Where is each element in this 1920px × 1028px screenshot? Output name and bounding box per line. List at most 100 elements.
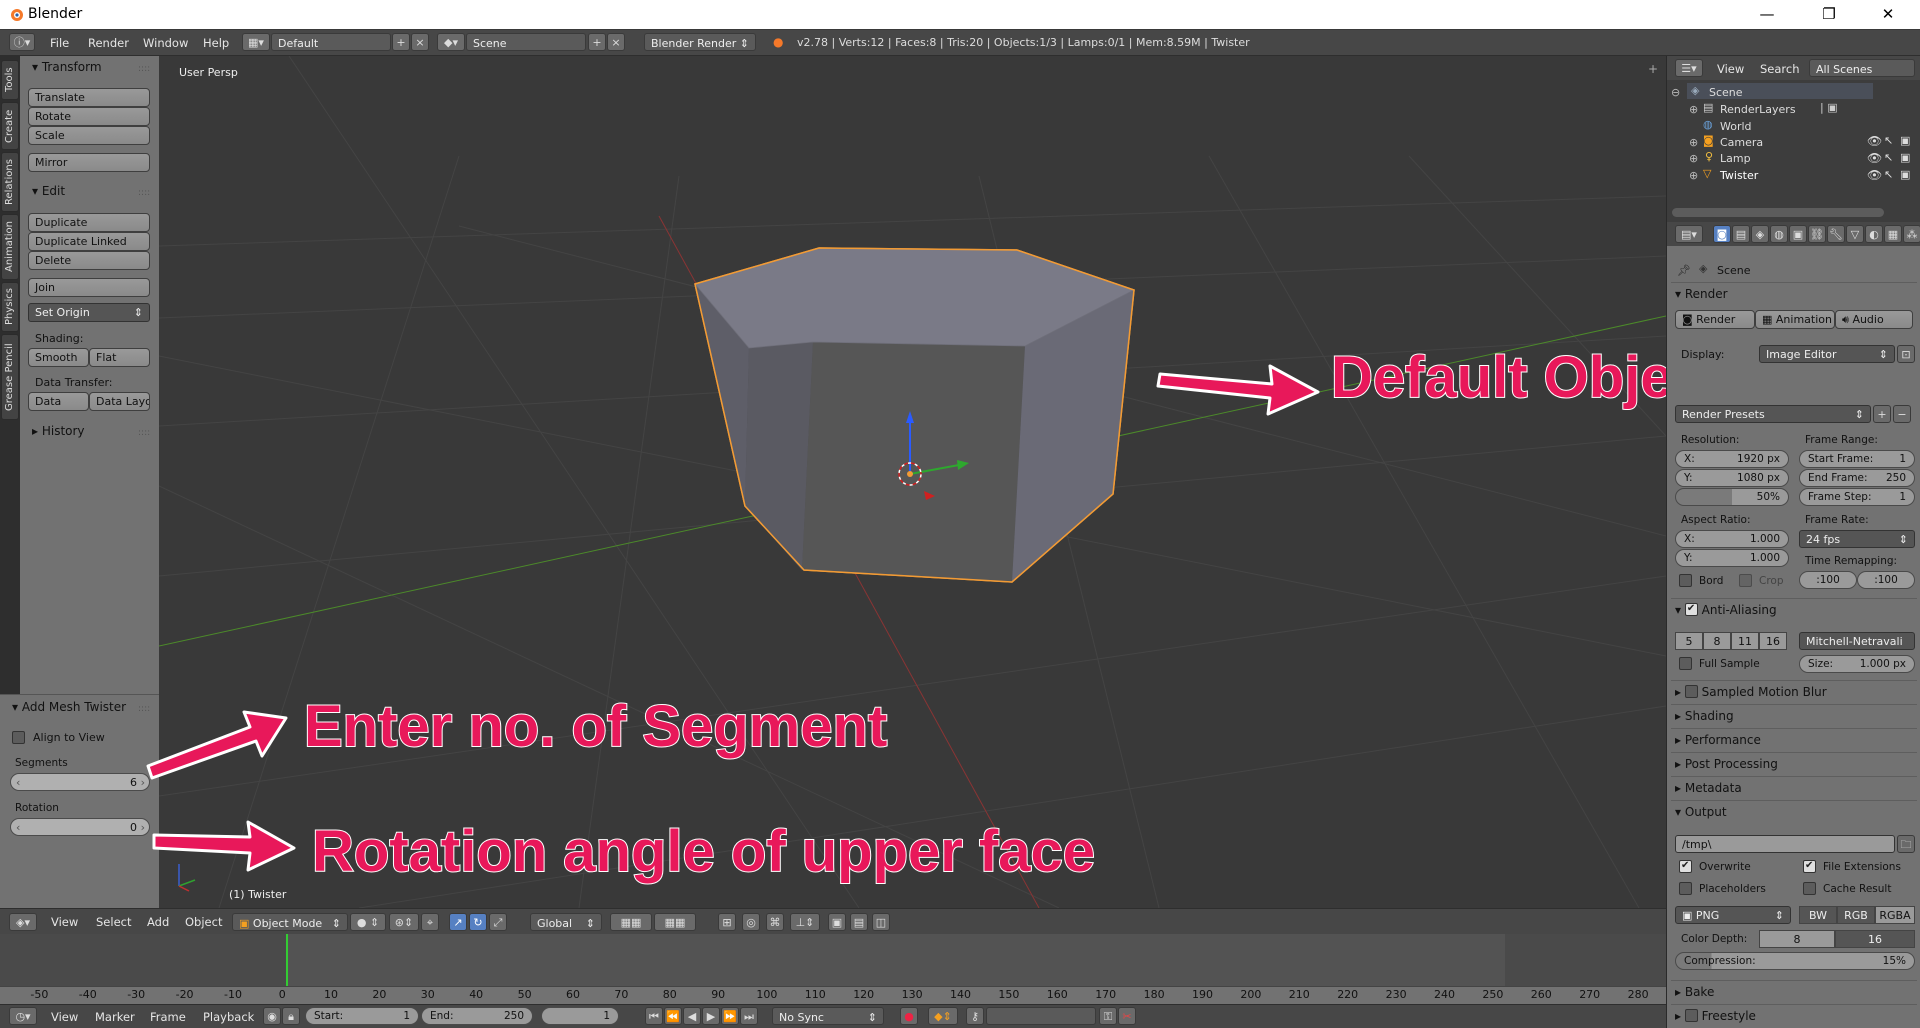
timeline-editor-icon[interactable]: ◷▾ bbox=[9, 1007, 37, 1025]
bake-panel-header[interactable]: ▸ Bake bbox=[1671, 980, 1917, 1002]
start-frame-field[interactable]: Start Frame: 1 bbox=[1799, 450, 1915, 468]
jump-keyframe-back-icon[interactable]: ⏪ bbox=[664, 1007, 682, 1025]
preview-range-icon[interactable]: ◉ bbox=[263, 1007, 281, 1025]
aspect-y-field[interactable]: Y: 1.000 bbox=[1675, 549, 1789, 567]
lock-layers-icon[interactable]: ⊞ bbox=[718, 913, 736, 931]
constraints-tab-icon[interactable]: ⛓ bbox=[1808, 225, 1826, 243]
particles-tab-icon[interactable]: ⁂ bbox=[1903, 225, 1920, 243]
overwrite-checkbox[interactable] bbox=[1679, 860, 1692, 873]
resolution-y-field[interactable]: Y: 1080 px bbox=[1675, 469, 1789, 487]
expand-icon[interactable]: ⊕ bbox=[1689, 152, 1698, 165]
freestyle-checkbox[interactable] bbox=[1684, 1009, 1698, 1022]
resolution-percentage-slider[interactable]: 50% bbox=[1675, 488, 1789, 506]
render-presets-dropdown[interactable]: Render Presets ⇕ bbox=[1675, 405, 1871, 423]
compression-slider[interactable]: Compression: 15% bbox=[1675, 952, 1915, 970]
insert-keyframe-icon[interactable]: ⚿ bbox=[1099, 1007, 1117, 1025]
metadata-panel-header[interactable]: ▸ Metadata bbox=[1671, 776, 1917, 798]
color-rgb-button[interactable]: RGB bbox=[1837, 906, 1875, 924]
placeholders-checkbox[interactable] bbox=[1679, 882, 1692, 895]
outliner-item-twister[interactable]: Twister bbox=[1720, 169, 1758, 182]
color-depth-8-button[interactable]: 8 bbox=[1759, 930, 1835, 948]
scale-manipulator-icon[interactable]: ⤢ bbox=[489, 913, 507, 931]
play-reverse-icon[interactable]: ◀ bbox=[683, 1007, 701, 1025]
lock-interface-icon[interactable]: ⊡ bbox=[1897, 345, 1915, 363]
visibility-eye-icon[interactable]: 👁︎ bbox=[1867, 168, 1882, 182]
record-icon[interactable]: ● bbox=[900, 1007, 918, 1025]
modifiers-tab-icon[interactable]: 🔧︎ bbox=[1827, 225, 1845, 243]
layers-grid-2-icon[interactable]: ▦▦ bbox=[654, 913, 696, 931]
start-frame-field[interactable]: Start: 1 bbox=[305, 1007, 419, 1025]
output-path-field[interactable]: /tmp\ bbox=[1675, 835, 1895, 853]
object-tab-icon[interactable]: ▣ bbox=[1789, 225, 1807, 243]
end-frame-field[interactable]: End Frame: 250 bbox=[1799, 469, 1915, 487]
select-cursor-icon[interactable]: ↖ bbox=[1884, 134, 1893, 147]
display-dropdown[interactable]: Image Editor ⇕ bbox=[1759, 345, 1895, 363]
border-checkbox[interactable] bbox=[1679, 574, 1692, 587]
aa-samples-11[interactable]: 11 bbox=[1731, 632, 1759, 650]
current-frame-marker[interactable] bbox=[286, 934, 288, 986]
outliner-editor-icon[interactable]: ☰▾ bbox=[1675, 59, 1703, 77]
file-format-dropdown[interactable]: ▣ PNG ⇕ bbox=[1675, 906, 1791, 924]
shading-panel-header[interactable]: ▸ Shading bbox=[1671, 704, 1917, 726]
orientation-dropdown[interactable]: Global ⇕ bbox=[530, 913, 602, 931]
menu-add[interactable]: Add bbox=[147, 915, 169, 929]
render-animation-icon[interactable]: ▤ bbox=[850, 913, 868, 931]
outliner-item-world[interactable]: World bbox=[1720, 120, 1752, 133]
jump-start-icon[interactable]: ⏮ bbox=[645, 1007, 663, 1025]
snap-element-icon[interactable]: ⊥⇕ bbox=[790, 913, 820, 931]
aa-samples-16[interactable]: 16 bbox=[1759, 632, 1787, 650]
editor-type-icon[interactable]: ◈▾ bbox=[9, 913, 37, 931]
aspect-x-field[interactable]: X: 1.000 bbox=[1675, 530, 1789, 548]
aa-filter-dropdown[interactable]: Mitchell-Netravali bbox=[1799, 632, 1915, 650]
scene-tab-icon[interactable]: ◈ bbox=[1751, 225, 1769, 243]
menu-frame[interactable]: Frame bbox=[150, 1010, 186, 1024]
render-panel-header[interactable]: ▾ Render bbox=[1671, 282, 1917, 304]
outliner-item-renderlayers[interactable]: RenderLayers bbox=[1720, 103, 1796, 116]
menu-object[interactable]: Object bbox=[185, 915, 222, 929]
outliner-item-scene[interactable]: Scene bbox=[1709, 86, 1743, 99]
expand-icon[interactable]: ⊕ bbox=[1689, 103, 1698, 116]
render-camera-icon[interactable]: ▣ bbox=[1900, 151, 1910, 164]
render-camera-icon[interactable]: ▣ bbox=[1900, 134, 1910, 147]
freestyle-panel-header[interactable]: ▸ Freestyle bbox=[1671, 1004, 1917, 1026]
select-cursor-icon[interactable]: ↖ bbox=[1884, 151, 1893, 164]
visibility-eye-icon[interactable]: 👁︎ bbox=[1867, 151, 1882, 165]
keying-set-icon[interactable]: ◆⇕ bbox=[928, 1007, 958, 1025]
remove-preset-icon[interactable]: − bbox=[1893, 405, 1911, 423]
menu-marker[interactable]: Marker bbox=[95, 1010, 135, 1024]
motion-blur-checkbox[interactable] bbox=[1684, 685, 1698, 698]
render-audio-button[interactable]: 🔊︎ Audio bbox=[1835, 310, 1913, 329]
timeline[interactable]: -50 -40 -30 -20 -10 0 10 20 30 40 50 60 70 80 90 100 110… bbox=[0, 934, 1666, 1004]
select-cursor-icon[interactable]: ↖ bbox=[1884, 168, 1893, 181]
full-sample-checkbox[interactable] bbox=[1679, 657, 1692, 670]
keying-set-field[interactable] bbox=[986, 1007, 1096, 1025]
outliner-filter-dropdown[interactable]: All Scenes bbox=[1809, 59, 1915, 77]
properties-editor-icon[interactable]: ▤▾ bbox=[1675, 225, 1703, 243]
opengl-render-icon[interactable]: ▣ bbox=[828, 913, 846, 931]
render-tab-icon[interactable]: ◙ bbox=[1713, 225, 1731, 243]
crop-checkbox[interactable] bbox=[1739, 574, 1752, 587]
data-tab-icon[interactable]: ▽ bbox=[1846, 225, 1864, 243]
anti-aliasing-panel-header[interactable]: ▾ Anti-Aliasing bbox=[1671, 598, 1917, 620]
proportional-edit-icon[interactable]: ◎ bbox=[742, 913, 760, 931]
material-tab-icon[interactable]: ◐ bbox=[1865, 225, 1883, 243]
expand-icon[interactable]: ⊕ bbox=[1689, 169, 1698, 182]
menu-view[interactable]: View bbox=[51, 915, 78, 929]
performance-panel-header[interactable]: ▸ Performance bbox=[1671, 728, 1917, 750]
outliner-search-menu[interactable]: Search bbox=[1760, 62, 1800, 76]
visibility-eye-icon[interactable]: 👁︎ bbox=[1867, 134, 1882, 148]
manipulator-toggle-icon[interactable]: ⌖ bbox=[421, 913, 439, 931]
current-frame-field[interactable]: 1 bbox=[541, 1007, 619, 1025]
add-preset-icon[interactable]: + bbox=[1873, 405, 1891, 423]
render-animation-button[interactable]: ▦ Animation bbox=[1755, 310, 1835, 329]
frame-step-field[interactable]: Frame Step: 1 bbox=[1799, 488, 1915, 506]
jump-keyframe-forward-icon[interactable]: ⏩ bbox=[721, 1007, 739, 1025]
frame-rate-dropdown[interactable]: 24 fps ⇕ bbox=[1799, 530, 1915, 548]
play-icon[interactable]: ▶ bbox=[702, 1007, 720, 1025]
pivot-point-icon[interactable]: ⊛⇕ bbox=[389, 913, 419, 931]
time-remap-new-field[interactable]: :100 bbox=[1857, 571, 1915, 589]
expand-icon[interactable]: ⊕ bbox=[1689, 136, 1698, 149]
anti-aliasing-checkbox[interactable] bbox=[1684, 603, 1698, 616]
render-still-button[interactable]: ◙ Render bbox=[1675, 310, 1755, 329]
mode-dropdown[interactable]: ▣ Object Mode ⇕ bbox=[232, 913, 348, 931]
